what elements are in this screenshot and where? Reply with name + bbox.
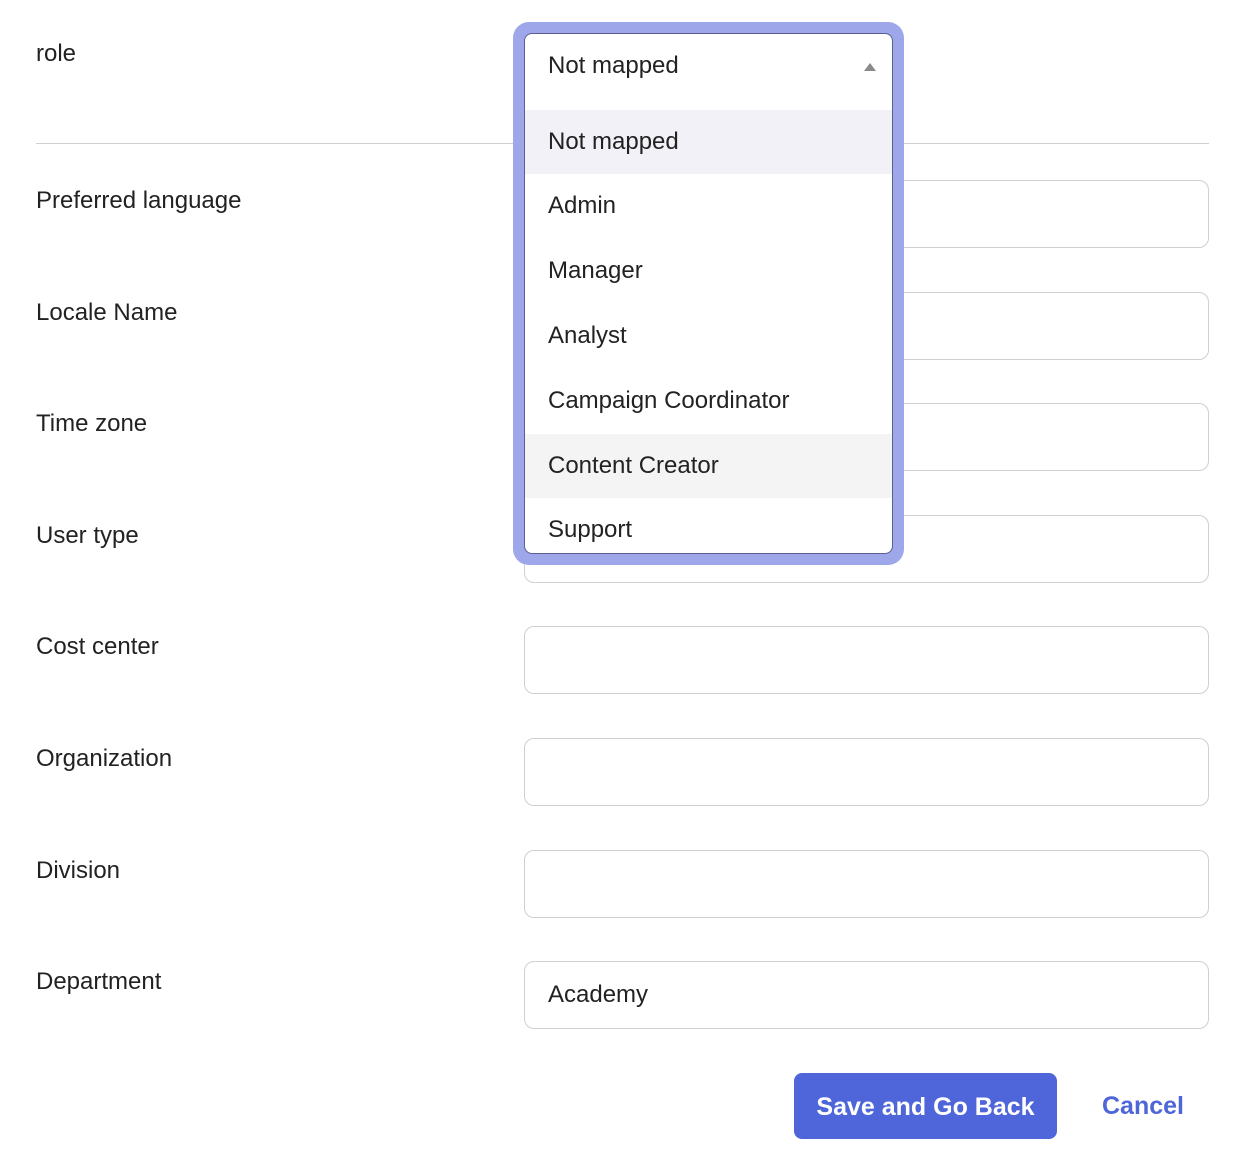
role-option-content-creator[interactable]: Content Creator xyxy=(525,434,892,498)
organization-input[interactable] xyxy=(524,738,1209,806)
user-type-label: User type xyxy=(36,522,139,549)
cost-center-input[interactable] xyxy=(524,626,1209,694)
caret-up-icon[interactable] xyxy=(864,63,876,71)
role-option-analyst[interactable]: Analyst xyxy=(525,304,892,368)
cost-center-label: Cost center xyxy=(36,633,159,660)
role-select-value: Not mapped xyxy=(548,52,679,79)
cancel-link[interactable]: Cancel xyxy=(1102,1073,1184,1139)
department-label: Department xyxy=(36,968,162,995)
role-option-support[interactable]: Support xyxy=(525,498,892,553)
locale-name-label: Locale Name xyxy=(36,299,178,326)
division-input[interactable] xyxy=(524,850,1209,918)
department-input[interactable]: Academy xyxy=(524,961,1209,1029)
organization-label: Organization xyxy=(36,745,173,772)
preferred-language-label: Preferred language xyxy=(36,187,242,214)
role-option-not-mapped[interactable]: Not mapped xyxy=(525,110,892,174)
role-option-campaign-coordinator[interactable]: Campaign Coordinator xyxy=(525,369,892,433)
save-and-go-back-button[interactable]: Save and Go Back xyxy=(794,1073,1057,1139)
role-options-list: Not mapped Admin Manager Analyst Campaig… xyxy=(524,98,893,554)
role-option-admin[interactable]: Admin xyxy=(525,174,892,238)
time-zone-label: Time zone xyxy=(36,410,148,437)
division-label: Division xyxy=(36,857,121,884)
role-select[interactable]: Not mapped xyxy=(524,33,893,99)
role-label: role xyxy=(36,40,77,67)
role-option-manager[interactable]: Manager xyxy=(525,239,892,303)
